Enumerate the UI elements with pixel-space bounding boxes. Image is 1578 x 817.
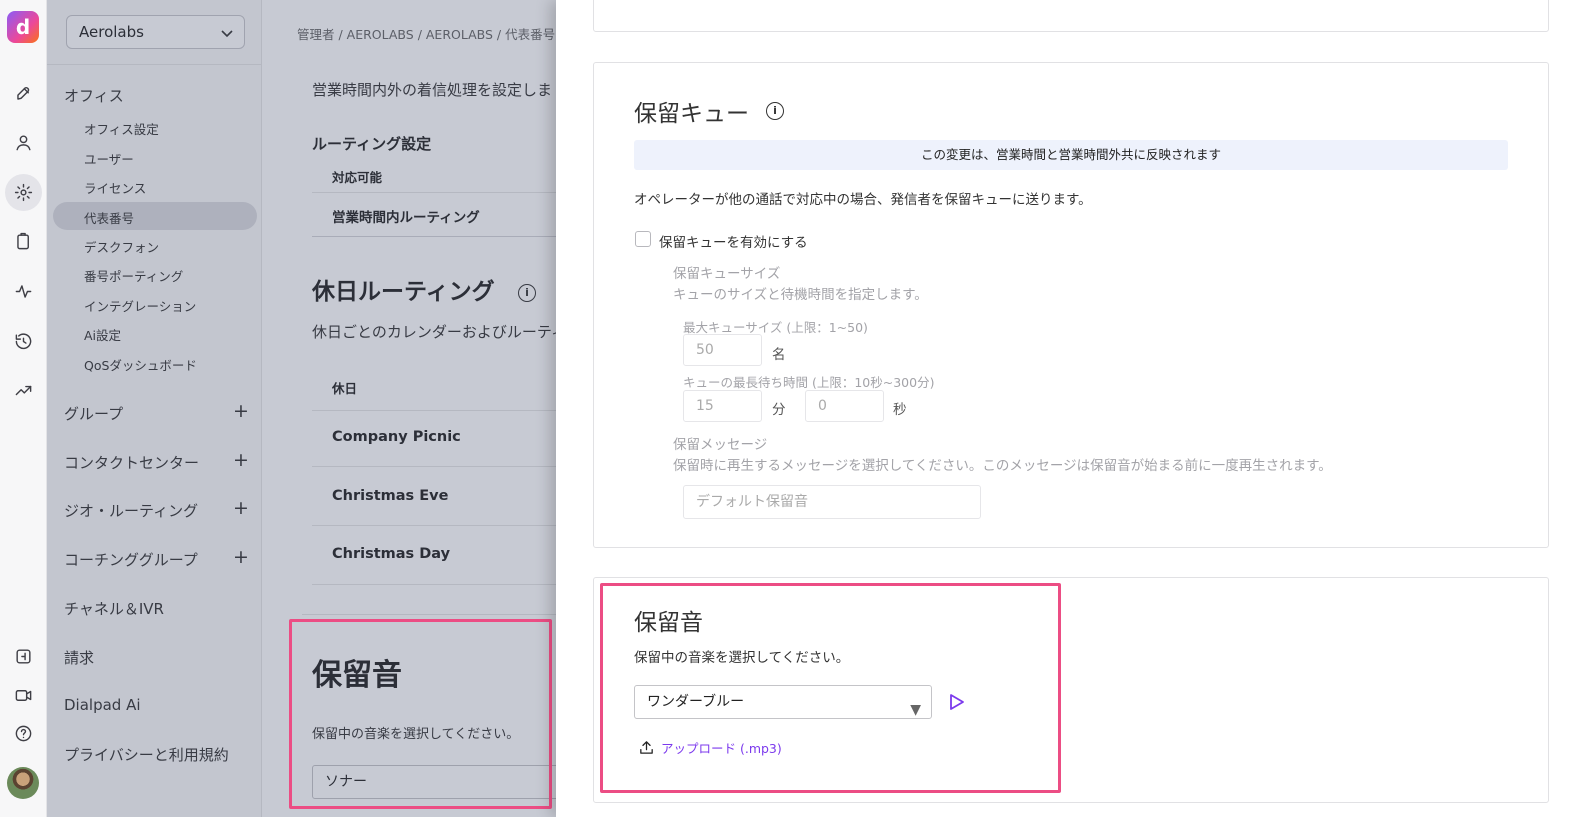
divider (302, 614, 556, 615)
sidebar-item-integrations[interactable]: インテグレーション (84, 296, 196, 315)
person-icon[interactable] (5, 124, 42, 161)
add-group-icon[interactable]: + (233, 402, 249, 421)
sidebar-item-channels-ivr[interactable]: チャネル＆IVR (64, 598, 164, 619)
hold-queue-card: 保留キュー i この変更は、営業時間と営業時間外共に反映されます オペレーターが… (593, 62, 1549, 548)
hold-queue-description: オペレーターが他の通話で対応中の場合、発信者を保留キューに送ります。 (634, 192, 1092, 208)
add-geo-routing-icon[interactable]: + (233, 499, 249, 518)
divider (312, 236, 556, 237)
holiday-row[interactable]: Company Picnic (332, 429, 461, 445)
sidebar-item-qos-dashboard[interactable]: QoSダッシュボード (84, 355, 197, 374)
sidebar-section-office[interactable]: オフィス (64, 85, 124, 106)
icon-rail: d (0, 0, 47, 817)
settings-drawer: 保留キュー i この変更は、営業時間と営業時間外共に反映されます オペレーターが… (556, 0, 1578, 817)
hold-message-title: 保留メッセージ (673, 437, 768, 453)
org-select-value: Aerolabs (79, 23, 144, 41)
info-icon[interactable]: i (518, 282, 536, 302)
info-icon[interactable]: i (766, 100, 784, 120)
enable-queue-label[interactable]: 保留キューを有効にする (659, 231, 808, 251)
hold-queue-title: 保留キュー (634, 101, 749, 127)
video-icon[interactable] (5, 677, 42, 714)
holiday-routing-title: 休日ルーティング (312, 279, 495, 305)
sidebar-item-office-settings[interactable]: オフィス設定 (84, 119, 159, 138)
wait-minutes-unit: 分 (772, 402, 786, 418)
dialpad-icon[interactable] (5, 638, 42, 675)
previous-card (593, 0, 1549, 32)
help-icon[interactable] (5, 715, 42, 752)
sidebar-item-privacy[interactable]: プライバシーと利用規約 (64, 744, 229, 765)
highlight-box-left (289, 619, 552, 809)
holiday-column-header: 休日 (332, 381, 358, 396)
enable-queue-checkbox[interactable] (635, 231, 651, 247)
add-coaching-group-icon[interactable]: + (233, 548, 249, 567)
avatar[interactable] (7, 767, 39, 799)
activity-icon[interactable] (5, 273, 42, 310)
trending-icon[interactable] (5, 372, 42, 409)
max-queue-size-input[interactable]: 50 (683, 334, 762, 366)
change-notice-banner: この変更は、営業時間と営業時間外共に反映されます (634, 140, 1508, 170)
sidebar-section-coaching-group[interactable]: コーチンググループ (64, 549, 198, 570)
max-queue-size-unit: 名 (772, 347, 786, 363)
hold-message-select[interactable]: デフォルト保留音 (683, 485, 981, 519)
available-column-header: 対応可能 (332, 170, 383, 185)
sidebar-item-ai-settings[interactable]: Ai設定 (84, 325, 121, 344)
history-icon[interactable] (5, 323, 42, 360)
divider (312, 192, 556, 193)
business-hours-routing: 営業時間内ルーティング (332, 210, 480, 226)
queue-size-title: 保留キューサイズ (673, 266, 781, 282)
sidebar-item-main-line[interactable]: 代表番号 (84, 208, 134, 227)
sidebar-item-billing[interactable]: 請求 (64, 647, 94, 668)
dialpad-logo-icon[interactable]: d (7, 11, 39, 43)
org-select[interactable]: Aerolabs (66, 15, 245, 49)
divider (312, 410, 556, 411)
sidebar-section-geo-routing[interactable]: ジオ・ルーティング (64, 500, 198, 521)
divider (312, 584, 556, 585)
add-contact-center-icon[interactable]: + (233, 451, 249, 470)
sidebar-item-dialpad-ai[interactable]: Dialpad Ai (64, 696, 141, 714)
sidebar-section-contact-center[interactable]: コンタクトセンター (64, 452, 199, 473)
launch-icon[interactable] (5, 75, 42, 112)
sidebar-item-users[interactable]: ユーザー (84, 149, 134, 168)
settings-sidebar: Aerolabs オフィス オフィス設定 ユーザー ライセンス 代表番号 デスク… (47, 0, 262, 817)
sidebar-section-groups[interactable]: グループ (64, 403, 123, 424)
highlight-box-right (600, 583, 1061, 793)
holiday-row[interactable]: Christmas Day (332, 546, 450, 562)
wait-seconds-input[interactable]: 0 (805, 390, 884, 422)
sidebar-item-desk-phones[interactable]: デスクフォン (84, 237, 159, 256)
max-wait-time-label: キューの最長待ち時間 (上限：10秒~300分) (683, 375, 935, 390)
sidebar-item-number-porting[interactable]: 番号ポーティング (84, 266, 183, 285)
breadcrumb[interactable]: 管理者 / AEROLABS / AEROLABS / 代表番号 (297, 24, 555, 43)
holiday-description: 休日ごとのカレンダーおよびルーティ (312, 323, 556, 341)
wait-seconds-unit: 秒 (893, 402, 907, 418)
holiday-row[interactable]: Christmas Eve (332, 488, 448, 504)
hold-message-description: 保留時に再生するメッセージを選択してください。このメッセージは保留音が始まる前に… (673, 458, 1332, 474)
routing-description: 営業時間内外の着信処理を設定しま (312, 81, 553, 99)
contacts-icon[interactable] (5, 223, 42, 260)
divider (47, 64, 262, 65)
gear-icon[interactable] (5, 174, 42, 211)
divider (312, 525, 556, 526)
sidebar-item-licenses[interactable]: ライセンス (84, 178, 146, 197)
divider (312, 466, 556, 467)
chevron-down-icon (221, 30, 233, 38)
wait-minutes-input[interactable]: 15 (683, 390, 762, 422)
routing-settings-label: ルーティング設定 (312, 135, 432, 153)
queue-size-description: キューのサイズと待機時間を指定します。 (673, 287, 928, 303)
